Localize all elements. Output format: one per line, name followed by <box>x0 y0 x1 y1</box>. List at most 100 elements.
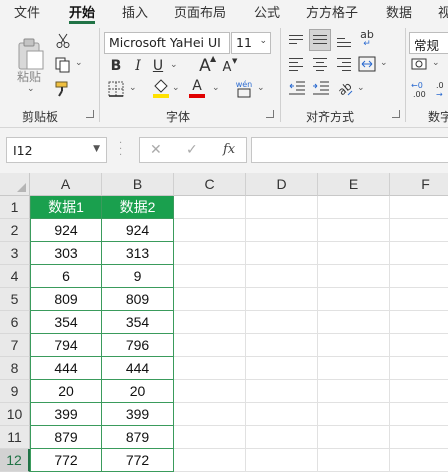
formula-input[interactable] <box>251 137 448 163</box>
row-header-6[interactable]: 6 <box>0 311 30 334</box>
cell[interactable] <box>174 403 246 426</box>
column-header-f[interactable]: F <box>390 173 448 196</box>
column-header-a[interactable]: A <box>30 173 102 196</box>
column-header-d[interactable]: D <box>246 173 318 196</box>
font-name-combo[interactable]: Microsoft YaHei UI <box>104 32 230 54</box>
cell[interactable]: 879 <box>30 426 102 449</box>
increase-indent-icon[interactable] <box>312 80 330 96</box>
align-center-icon[interactable] <box>312 56 328 72</box>
enter-icon[interactable]: ✓ <box>186 142 198 158</box>
font-color-dropdown-icon[interactable]: ⌄ <box>212 83 220 93</box>
cell[interactable] <box>318 380 390 403</box>
cell[interactable]: 444 <box>30 357 102 380</box>
menu-formulas[interactable]: 公式 <box>254 2 280 21</box>
header-cell[interactable]: 数据1 <box>30 196 102 219</box>
chevron-down-icon[interactable]: ▼ <box>93 144 100 154</box>
cell[interactable] <box>390 357 448 380</box>
cell[interactable]: 399 <box>30 403 102 426</box>
cell[interactable] <box>174 196 246 219</box>
cell[interactable] <box>174 334 246 357</box>
row-header-11[interactable]: 11 <box>0 426 30 449</box>
splitter-handle[interactable]: · · · <box>119 139 122 161</box>
cell[interactable]: 924 <box>102 219 174 242</box>
orientation-dropdown-icon[interactable]: ⌄ <box>357 83 365 93</box>
cell[interactable] <box>390 403 448 426</box>
menu-data[interactable]: 数据 <box>386 2 412 21</box>
cell[interactable]: 796 <box>102 334 174 357</box>
name-box[interactable]: I12 ▼ <box>6 137 107 163</box>
cell[interactable] <box>174 311 246 334</box>
italic-button[interactable]: I <box>131 57 145 75</box>
font-color-icon[interactable]: A <box>188 78 206 98</box>
cell[interactable]: 9 <box>102 265 174 288</box>
cell[interactable]: 303 <box>30 242 102 265</box>
cell[interactable] <box>246 219 318 242</box>
cell[interactable] <box>246 242 318 265</box>
bold-button[interactable]: B <box>109 57 123 75</box>
increase-decimal-icon[interactable]: ←0.00 <box>411 80 433 98</box>
cell[interactable] <box>246 288 318 311</box>
cell[interactable] <box>174 242 246 265</box>
cell[interactable] <box>390 219 448 242</box>
row-header-1[interactable]: 1 <box>0 196 30 219</box>
align-top-icon[interactable] <box>288 32 304 48</box>
align-left-icon[interactable] <box>288 56 304 72</box>
align-right-icon[interactable] <box>336 56 352 72</box>
cell[interactable] <box>390 196 448 219</box>
insert-function-button[interactable]: fx <box>223 142 235 157</box>
format-painter-icon[interactable] <box>54 80 72 98</box>
orientation-icon[interactable]: ab <box>336 79 354 97</box>
cell[interactable] <box>318 311 390 334</box>
font-size-combo[interactable]: 11 ⌄ <box>231 32 271 54</box>
merge-dropdown-icon[interactable]: ⌄ <box>380 58 388 68</box>
cell[interactable] <box>318 219 390 242</box>
row-header-8[interactable]: 8 <box>0 357 30 380</box>
row-header-4[interactable]: 4 <box>0 265 30 288</box>
cell[interactable]: 809 <box>102 288 174 311</box>
menu-file[interactable]: 文件 <box>14 2 40 21</box>
cell[interactable] <box>390 449 448 472</box>
accounting-format-icon[interactable] <box>411 56 429 72</box>
copy-icon[interactable] <box>54 56 72 74</box>
menu-insert[interactable]: 插入 <box>122 2 148 21</box>
cell[interactable] <box>318 426 390 449</box>
cell[interactable] <box>246 265 318 288</box>
fill-color-icon[interactable] <box>152 78 170 98</box>
cell[interactable] <box>318 403 390 426</box>
cell[interactable] <box>390 311 448 334</box>
row-header-10[interactable]: 10 <box>0 403 30 426</box>
cell[interactable] <box>174 265 246 288</box>
accounting-dropdown-icon[interactable]: ⌄ <box>432 58 440 68</box>
align-middle-button[interactable] <box>309 29 331 51</box>
row-header-9[interactable]: 9 <box>0 380 30 403</box>
menu-page-layout[interactable]: 页面布局 <box>174 2 226 21</box>
font-launcher-icon[interactable] <box>266 110 274 118</box>
cell[interactable]: 6 <box>30 265 102 288</box>
cell[interactable] <box>246 357 318 380</box>
fill-color-dropdown-icon[interactable]: ⌄ <box>172 83 180 93</box>
menu-fangfang[interactable]: 方方格子 <box>306 2 358 21</box>
merge-center-icon[interactable] <box>358 56 376 72</box>
decrease-decimal-icon[interactable]: .0 → <box>436 80 448 98</box>
cell[interactable]: 354 <box>30 311 102 334</box>
row-header-7[interactable]: 7 <box>0 334 30 357</box>
worksheet-grid[interactable]: A B C D E F 1 数据1 数据2 2 924 924 3 303 313 4 6 9 5 809 809 6 35… <box>0 173 448 472</box>
cell[interactable] <box>246 380 318 403</box>
cell[interactable] <box>318 357 390 380</box>
menu-home[interactable]: 开始 <box>69 2 95 21</box>
cell[interactable]: 354 <box>102 311 174 334</box>
row-header-3[interactable]: 3 <box>0 242 30 265</box>
paste-icon[interactable] <box>16 36 46 72</box>
paste-dropdown-icon[interactable]: ⌄ <box>27 84 35 94</box>
align-bottom-icon[interactable] <box>336 32 352 48</box>
number-format-combo[interactable]: 常规 <box>409 32 448 54</box>
underline-dropdown-icon[interactable]: ⌄ <box>170 60 178 70</box>
cell[interactable] <box>390 380 448 403</box>
cell[interactable] <box>174 426 246 449</box>
cell[interactable]: 399 <box>102 403 174 426</box>
cell[interactable] <box>390 265 448 288</box>
cell[interactable] <box>318 196 390 219</box>
cell[interactable]: 879 <box>102 426 174 449</box>
cell[interactable] <box>174 288 246 311</box>
cell[interactable] <box>246 403 318 426</box>
